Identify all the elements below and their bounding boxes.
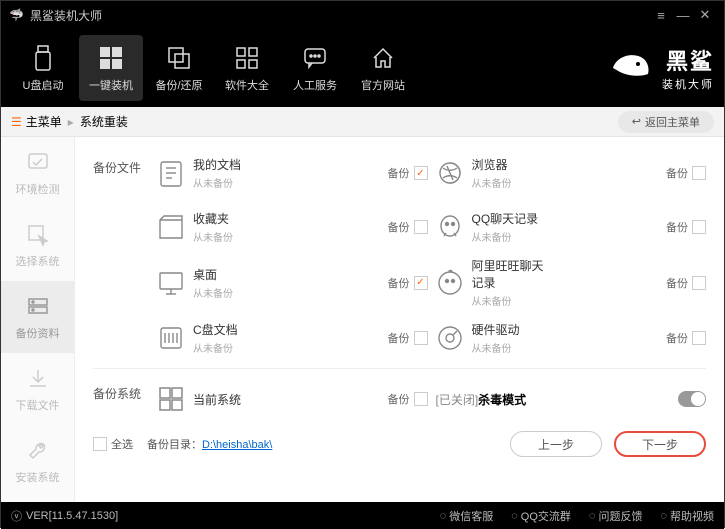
sys-row: 当前系统 备份 [149, 375, 428, 423]
kill-toggle[interactable] [678, 391, 706, 407]
file-checkbox[interactable] [414, 331, 428, 345]
file-checkbox[interactable] [692, 276, 706, 290]
file-icon [149, 268, 193, 298]
file-checkbox[interactable] [414, 276, 428, 290]
nav-usb[interactable]: U盘启动 [11, 35, 75, 101]
nav-backup[interactable]: 备份/还原 [147, 35, 211, 101]
side-install[interactable]: 安装系统 [1, 425, 74, 497]
chevron-right-icon: ▸ [68, 115, 74, 129]
windows-icon [149, 384, 193, 414]
sidebar: 环境检测 选择系统 备份资料 下载文件 安装系统 [1, 137, 75, 502]
file-icon [149, 323, 193, 353]
menu-button[interactable]: ≡ [650, 8, 672, 23]
back-main-button[interactable]: ↩ 返回主菜单 [618, 111, 714, 133]
file-row: 我的文档从未备份 备份 [149, 149, 428, 197]
apps-icon [234, 43, 260, 73]
file-checkbox[interactable] [414, 220, 428, 234]
copy-icon [166, 43, 192, 73]
crumb-sub: 系统重装 [80, 113, 128, 130]
file-row: 阿里旺旺聊天记录从未备份 备份 [428, 257, 707, 308]
file-row: QQ聊天记录从未备份 备份 [428, 203, 707, 251]
windows-icon [98, 43, 124, 73]
side-env[interactable]: 环境检测 [1, 137, 74, 209]
file-row: 硬件驱动从未备份 备份 [428, 314, 707, 362]
file-icon [428, 323, 472, 353]
file-row: C盘文档从未备份 备份 [149, 314, 428, 362]
app-icon: 🦈 [9, 8, 24, 22]
file-icon [149, 158, 193, 188]
file-icon [428, 268, 472, 298]
backup-dir: 备份目录：D:\heisha\bak\ [147, 436, 272, 452]
file-checkbox[interactable] [414, 166, 428, 180]
nav-service[interactable]: 人工服务 [283, 35, 347, 101]
main-panel: 备份文件 我的文档从未备份 备份 浏览器从未备份 备份 收藏夹从未备份 备份 Q… [75, 137, 724, 502]
side-backup[interactable]: 备份资料 [1, 281, 74, 353]
footer-qq[interactable]: ◌ QQ交流群 [511, 508, 571, 524]
nav-onekey[interactable]: 一键装机 [79, 35, 143, 101]
brand: 黑鲨 装机大师 [608, 44, 714, 92]
select-all[interactable]: 全选 [93, 436, 133, 452]
back-icon: ↩ [632, 115, 641, 128]
footer-wechat[interactable]: ◌ 微信客服 [440, 508, 494, 524]
nav-software[interactable]: 软件大全 [215, 35, 279, 101]
file-checkbox[interactable] [692, 220, 706, 234]
file-icon [428, 158, 472, 188]
prev-button[interactable]: 上一步 [510, 431, 602, 457]
crumb-main[interactable]: 主菜单 [26, 113, 62, 130]
section-sys-title: 备份系统 [93, 375, 149, 423]
usb-icon [31, 43, 55, 73]
file-icon [428, 212, 472, 242]
sys-checkbox[interactable] [414, 392, 428, 406]
version-icon: ⓥ [11, 508, 22, 524]
list-icon: ☰ [11, 115, 22, 129]
version-text: VER[11.5.47.1530] [26, 510, 118, 522]
file-row: 桌面从未备份 备份 [149, 257, 428, 308]
footer-help[interactable]: ◌ 帮助视频 [660, 508, 714, 524]
top-nav: U盘启动 一键装机 备份/还原 软件大全 人工服务 官方网站 黑鲨 装机大师 [1, 29, 724, 107]
file-icon [149, 212, 193, 242]
footer: ⓥ VER[11.5.47.1530] ◌ 微信客服 ◌ QQ交流群 ◌ 问题反馈… [1, 502, 724, 529]
side-download[interactable]: 下载文件 [1, 353, 74, 425]
window-title: 黑鲨装机大师 [30, 7, 102, 24]
footer-feedback[interactable]: ◌ 问题反馈 [589, 508, 643, 524]
file-row: 收藏夹从未备份 备份 [149, 203, 428, 251]
titlebar: 🦈 黑鲨装机大师 ≡ — ✕ [1, 1, 724, 29]
close-button[interactable]: ✕ [694, 7, 716, 23]
file-checkbox[interactable] [692, 331, 706, 345]
kill-mode-row: [已关闭] 杀毒模式 [428, 375, 707, 423]
shark-icon [608, 48, 654, 88]
next-button[interactable]: 下一步 [614, 431, 706, 457]
chat-icon [302, 43, 328, 73]
side-select[interactable]: 选择系统 [1, 209, 74, 281]
backup-dir-link[interactable]: D:\heisha\bak\ [202, 439, 272, 451]
file-row: 浏览器从未备份 备份 [428, 149, 707, 197]
nav-website[interactable]: 官方网站 [351, 35, 415, 101]
section-files-title: 备份文件 [93, 149, 149, 362]
home-icon [370, 43, 396, 73]
breadcrumb-bar: ☰ 主菜单 ▸ 系统重装 ↩ 返回主菜单 [1, 107, 724, 137]
file-checkbox[interactable] [692, 166, 706, 180]
minimize-button[interactable]: — [672, 8, 694, 23]
selectall-checkbox[interactable] [93, 437, 107, 451]
